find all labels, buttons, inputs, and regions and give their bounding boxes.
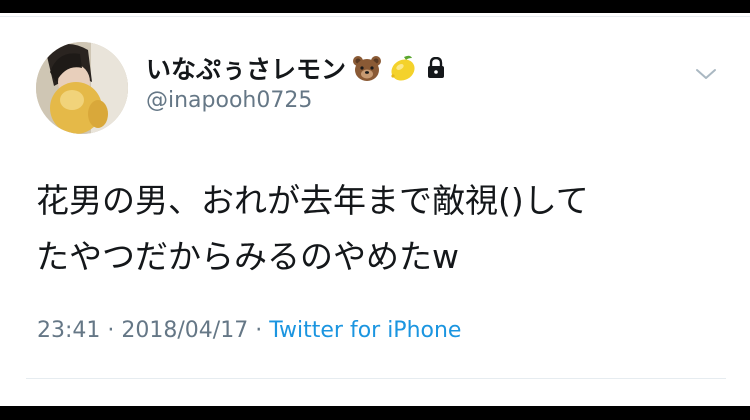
tweet-text: 花男の男、おれが去年まで敵視()して たやつだからみるのやめたw <box>36 181 589 276</box>
meta-separator: · <box>255 318 263 343</box>
top-black-bar <box>0 0 750 13</box>
bottom-black-bar <box>0 406 750 420</box>
top-divider <box>0 16 750 17</box>
lock-icon <box>426 57 446 79</box>
user-handle[interactable]: @inapooh0725 <box>146 88 666 113</box>
tweet-source-link[interactable]: Twitter for iPhone <box>269 318 461 343</box>
lemon-icon <box>388 53 418 83</box>
avatar-image <box>36 42 128 134</box>
bottom-divider <box>26 378 726 379</box>
tweet-date[interactable]: 2018/04/17 <box>121 318 248 343</box>
tweet-header: いなぷぅさレモン @inapooh0725 <box>146 50 666 113</box>
avatar[interactable] <box>36 42 128 134</box>
meta-separator: · <box>107 318 115 343</box>
display-name[interactable]: いなぷぅさレモン <box>146 50 346 86</box>
tweet-time[interactable]: 23:41 <box>37 318 100 343</box>
chevron-down-icon[interactable] <box>694 62 718 86</box>
name-row: いなぷぅさレモン <box>146 50 666 86</box>
bear-icon <box>352 54 382 82</box>
tweet-meta: 23:41 · 2018/04/17 · Twitter for iPhone <box>37 318 461 343</box>
